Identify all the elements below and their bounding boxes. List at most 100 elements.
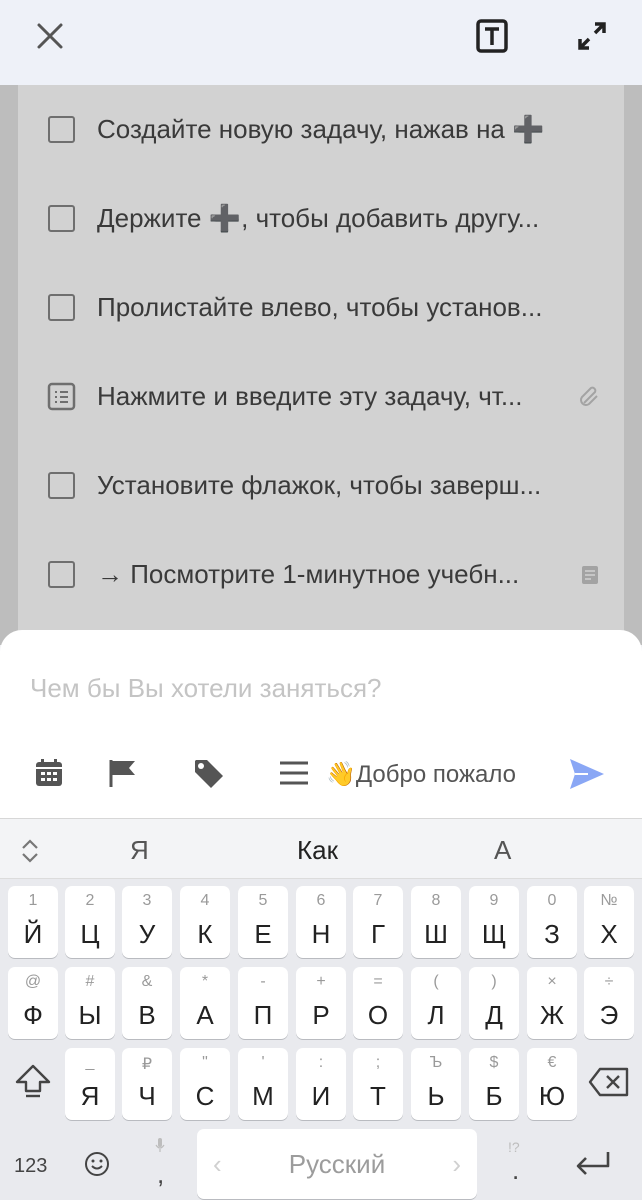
key-hint: ' <box>261 1054 265 1071</box>
key-label: З <box>544 919 560 949</box>
key[interactable]: = О <box>353 967 403 1039</box>
task-item[interactable]: Пролистайте влево, чтобы установ... <box>18 263 624 352</box>
comma-key[interactable]: , <box>157 1159 164 1190</box>
expand-icon[interactable] <box>572 16 612 56</box>
key-label: Б <box>485 1081 503 1111</box>
send-icon[interactable] <box>568 756 606 792</box>
text-format-icon[interactable] <box>472 16 512 56</box>
key-label: Л <box>427 1000 445 1030</box>
suggestion[interactable]: Как <box>297 835 338 866</box>
key[interactable]: -П <box>238 967 288 1039</box>
key-hint: 4 <box>200 892 210 909</box>
task-item[interactable]: Нажмите и введите эту задачу, чт... <box>18 352 624 441</box>
key-hint: Ъ <box>429 1054 443 1071</box>
note-list-icon[interactable] <box>47 382 76 411</box>
key[interactable]: $ Б <box>469 1048 519 1120</box>
key[interactable]: ' М <box>238 1048 288 1120</box>
note-icon <box>578 563 602 587</box>
emoji-icon[interactable] <box>84 1151 110 1182</box>
shift-icon[interactable] <box>14 1063 52 1104</box>
task-label: Пролистайте влево, чтобы установ... <box>97 292 543 322</box>
close-icon[interactable] <box>30 16 70 56</box>
space-bar[interactable]: ‹ Русский › <box>197 1129 477 1199</box>
key[interactable]: 1Й <box>8 886 58 958</box>
space-label: Русский <box>288 1149 386 1179</box>
key[interactable]: 0З <box>527 886 577 958</box>
key[interactable]: € Ю <box>527 1048 577 1120</box>
key-label: Н <box>311 919 331 949</box>
flag-icon[interactable] <box>107 757 139 789</box>
chevron-right-icon: › <box>452 1149 461 1179</box>
key[interactable]: ) Д <box>469 967 519 1039</box>
key[interactable]: # Ы <box>65 967 115 1039</box>
numbers-key[interactable]: 123 <box>14 1155 47 1178</box>
task-checkbox[interactable] <box>48 472 75 499</box>
quick-add-sheet: 👋Добро пожало <box>0 630 642 818</box>
key[interactable]: 2Ц <box>65 886 115 958</box>
task-input[interactable] <box>30 668 610 708</box>
key[interactable]: ÷ Э <box>584 967 634 1039</box>
key-label: Т <box>370 1081 386 1111</box>
task-checkbox[interactable] <box>48 294 75 321</box>
key[interactable]: (Л <box>411 967 461 1039</box>
key[interactable]: + Р <box>296 967 346 1039</box>
key-hint: = <box>373 973 383 990</box>
key-label: И <box>311 1081 331 1111</box>
key[interactable]: № Х <box>584 886 634 958</box>
key[interactable]: * А <box>180 967 230 1039</box>
task-item[interactable]: Установите флажок, чтобы заверш... <box>18 441 624 530</box>
task-label: Создайте новую задачу, нажав на ➕ <box>97 114 545 144</box>
suggestion[interactable]: Я <box>130 835 149 866</box>
key[interactable]: :И <box>296 1048 346 1120</box>
backspace-icon[interactable] <box>588 1067 630 1102</box>
key-hint: 0 <box>547 892 557 909</box>
key-label: Г <box>370 919 386 949</box>
task-checkbox[interactable] <box>48 205 75 232</box>
tag-icon[interactable] <box>192 757 224 789</box>
key-label: Щ <box>481 919 507 949</box>
key-label: Д <box>485 1000 503 1030</box>
key-label: Р <box>312 1000 330 1030</box>
task-label: Установите флажок, чтобы заверш... <box>97 470 542 500</box>
key[interactable]: × Ж <box>527 967 577 1039</box>
key[interactable]: " С <box>180 1048 230 1120</box>
key[interactable]: 5Е <box>238 886 288 958</box>
key[interactable]: 7Г <box>353 886 403 958</box>
key[interactable]: 9Щ <box>469 886 519 958</box>
task-checkbox[interactable] <box>48 116 75 143</box>
key-label: Й <box>23 919 43 949</box>
key[interactable]: & В <box>122 967 172 1039</box>
key-label: М <box>252 1081 274 1111</box>
key-hint: 8 <box>431 892 441 909</box>
key-label: К <box>197 919 213 949</box>
key[interactable]: ₽ Ч <box>122 1048 172 1120</box>
key[interactable]: 4К <box>180 886 230 958</box>
keyboard: Я Как А 1Й 2Ц 3У 4К 5Е 6Н 7Г 8Ш 9Щ 0З № Х… <box>0 818 642 1200</box>
key[interactable]: @ Ф <box>8 967 58 1039</box>
task-item[interactable]: Держите ➕, чтобы добавить другу... <box>18 174 624 263</box>
menu-icon[interactable] <box>278 757 310 789</box>
greeting-text: 👋Добро пожало <box>326 761 516 788</box>
task-checkbox[interactable] <box>48 561 75 588</box>
key-label: О <box>367 1000 389 1030</box>
key[interactable]: 6Н <box>296 886 346 958</box>
key[interactable]: ЪЬ <box>411 1048 461 1120</box>
period-key[interactable]: . <box>512 1155 519 1186</box>
calendar-icon[interactable] <box>33 757 65 789</box>
key-hint: 5 <box>258 892 268 909</box>
key-hint: ₽ <box>141 1056 153 1073</box>
key[interactable]: ; Т <box>353 1048 403 1120</box>
key[interactable]: _ Я <box>65 1048 115 1120</box>
task-item[interactable]: → Посмотрите 1-минутное учебн... <box>18 530 624 619</box>
key-label: Е <box>254 919 272 949</box>
key-label: Ы <box>78 1000 102 1030</box>
key-label: Ш <box>424 919 448 949</box>
key[interactable]: 3У <box>122 886 172 958</box>
chevron-up-down-icon[interactable] <box>18 837 42 865</box>
key-hint: 3 <box>142 892 152 909</box>
task-item[interactable]: Создайте новую задачу, нажав на ➕ <box>18 85 624 174</box>
suggestion[interactable]: А <box>494 835 511 866</box>
key[interactable]: 8Ш <box>411 886 461 958</box>
key-hint: _ <box>85 1054 95 1071</box>
enter-icon[interactable] <box>574 1149 612 1184</box>
